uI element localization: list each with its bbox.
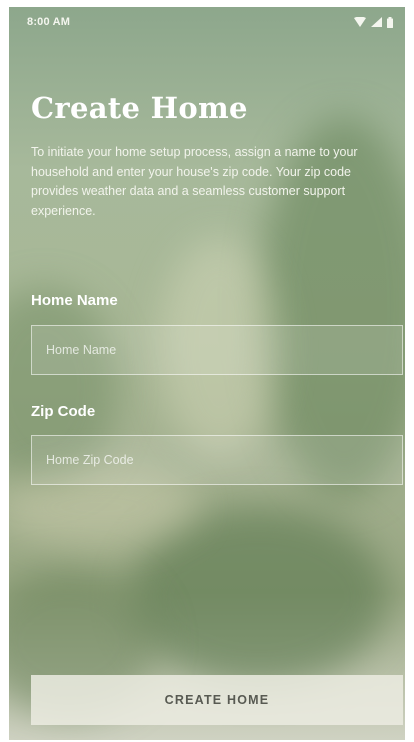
battery-icon bbox=[387, 16, 393, 28]
status-icons bbox=[354, 16, 393, 28]
page-title: Create Home bbox=[31, 91, 248, 125]
app-screen: 8:00 AM Create Home To initiate your hom… bbox=[9, 7, 405, 740]
create-home-button[interactable]: CREATE HOME bbox=[31, 675, 403, 725]
status-time: 8:00 AM bbox=[27, 16, 71, 28]
wifi-icon bbox=[354, 17, 366, 27]
zip-code-input[interactable] bbox=[31, 435, 403, 485]
home-name-label: Home Name bbox=[31, 292, 118, 309]
zip-code-label: Zip Code bbox=[31, 403, 96, 420]
signal-icon bbox=[371, 17, 382, 27]
status-bar: 8:00 AM bbox=[9, 7, 405, 37]
page-description: To initiate your home setup process, ass… bbox=[31, 145, 358, 218]
home-name-input[interactable] bbox=[31, 325, 403, 375]
